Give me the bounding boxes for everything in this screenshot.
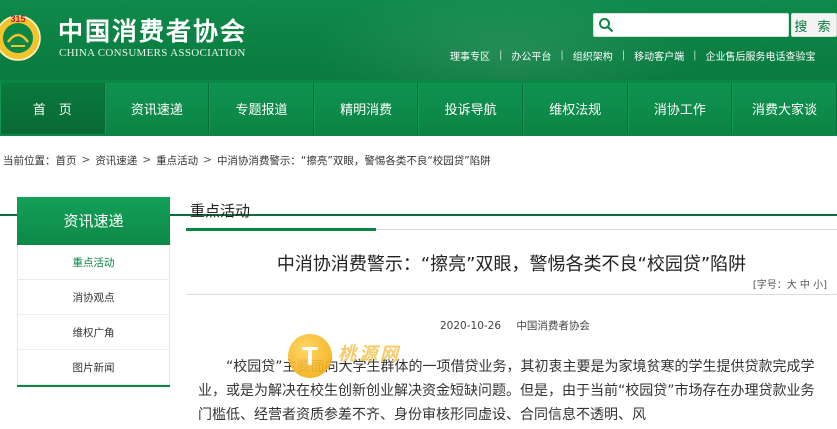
nav-item-special-reports[interactable]: 专题报道: [209, 83, 314, 134]
toplink-council[interactable]: 理事专区: [450, 48, 490, 63]
nav-item-association-work[interactable]: 消协工作: [627, 83, 733, 134]
toplink-separator: |: [560, 49, 564, 61]
search-bar: 搜 索: [593, 13, 837, 37]
article-title: 中消协消费警示：“擦亮”双眼，警惕各类不良“校园贷”陷阱: [276, 254, 747, 275]
sidebar-item-photo-news[interactable]: 图片新闻: [18, 350, 169, 385]
toplink-structure[interactable]: 组织架构: [573, 48, 613, 63]
nav-item-smart-consumption[interactable]: 精明消费: [313, 83, 419, 134]
nav-item-news[interactable]: 资讯速递: [104, 83, 210, 134]
sidebar-list: 重点活动 消协观点 维权广角 图片新闻: [17, 245, 170, 385]
top-links: 理事专区 | 办公平台 | 组织架构 | 移动客户端 | 企业售后服务电话查验宝: [450, 48, 837, 63]
article-date: 2020-10-26: [440, 320, 502, 332]
breadcrumb-home[interactable]: 首页: [56, 153, 77, 168]
breadcrumb-separator: >: [81, 154, 91, 166]
toplink-separator: |: [499, 49, 503, 61]
sidebar-bottom-divider: [17, 385, 170, 387]
breadcrumb-separator: >: [203, 154, 212, 166]
site-header: 315 中国消费者协会 CHINA CONSUMERS ASSOCIATION …: [0, 0, 837, 80]
breadcrumb-current: 中消协消费警示：“擦亮”双眼，警惕各类不良“校园贷”陷阱: [216, 154, 491, 167]
header-decoration: [297, 0, 717, 80]
cca-emblem-icon[interactable]: 315: [0, 8, 48, 64]
sidebar-item-key-activities[interactable]: 重点活动: [18, 245, 169, 280]
sidebar-title: 资讯速递: [17, 197, 170, 243]
toplink-office[interactable]: 办公平台: [511, 48, 551, 63]
search-button[interactable]: 搜 索: [791, 13, 837, 37]
toplink-service-lookup[interactable]: 企业售后服务电话查验宝: [706, 48, 816, 63]
toplink-separator: |: [621, 49, 626, 61]
sidebar-item-viewpoints[interactable]: 消协观点: [18, 280, 169, 315]
nav-item-home[interactable]: 首 页: [0, 83, 105, 134]
main-nav: 首 页 资讯速递 专题报道 精明消费 投诉导航 维权法规 消协工作 消费大家谈: [0, 80, 837, 216]
sidebar-item-rights-panorama[interactable]: 维权广角: [18, 315, 169, 350]
search-icon: [599, 18, 614, 33]
watermark-logo-icon: T: [288, 334, 332, 378]
article-meta: 2020-10-26 中国消费者协会: [440, 318, 590, 333]
watermark-text: 桃源网: [338, 344, 401, 365]
section-title: 重点活动: [190, 202, 251, 220]
article-title-divider: [186, 294, 837, 295]
main-nav-items: 首 页 资讯速递 专题报道 精明消费 投诉导航 维权法规 消协工作 消费大家谈: [0, 83, 837, 134]
search-input[interactable]: [593, 13, 789, 37]
breadcrumb-separator: >: [142, 154, 152, 166]
sidebar: 资讯速递 重点活动 消协观点 维权广角 图片新闻: [17, 197, 170, 387]
article-author: 中国消费者协会: [516, 320, 590, 332]
breadcrumb-key-activities[interactable]: 重点活动: [156, 153, 198, 168]
nav-item-complaint-guide[interactable]: 投诉导航: [418, 83, 523, 134]
emblem-label: 315: [10, 14, 25, 24]
nav-item-consumer-talk[interactable]: 消费大家谈: [732, 83, 837, 134]
site-logo-text[interactable]: 中国消费者协会: [58, 12, 247, 48]
section-title-accent: [186, 228, 376, 231]
breadcrumb: 当前位置： 首页 > 资讯速递 > 重点活动 > 中消协消费警示：“擦亮”双眼，…: [3, 153, 491, 167]
site-logo-english: CHINA CONSUMERS ASSOCIATION: [59, 47, 246, 59]
toplink-separator: |: [693, 49, 697, 61]
font-size-controls[interactable]: [字号：大 中 小]: [753, 276, 827, 291]
nav-item-rights-laws[interactable]: 维权法规: [522, 83, 628, 134]
breadcrumb-news[interactable]: 资讯速递: [95, 153, 137, 168]
toplink-mobile[interactable]: 移动客户端: [634, 48, 684, 63]
breadcrumb-label: 当前位置：: [3, 154, 56, 167]
